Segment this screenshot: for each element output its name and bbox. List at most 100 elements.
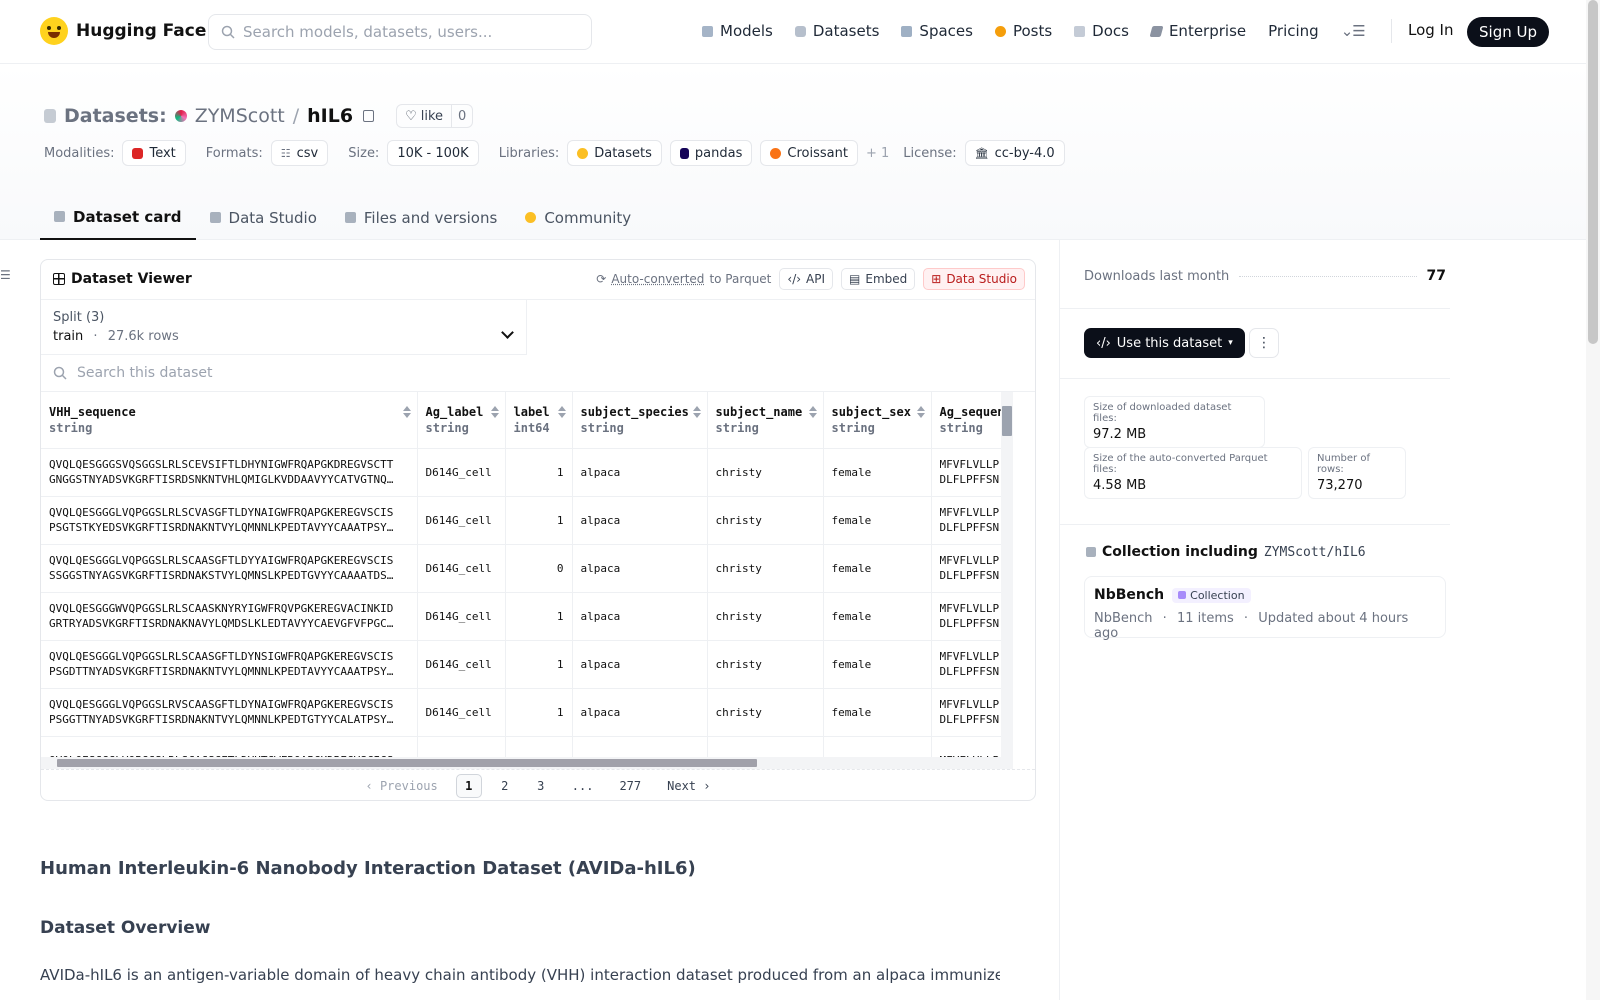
like-button[interactable]: ♡ like 0 — [396, 104, 474, 128]
table-row[interactable]: QVQLQESGGGLVQPGGSLRLSCVASGFTLDYNAIGWFRQA… — [41, 496, 1001, 545]
library-chip-datasets[interactable]: Datasets — [567, 140, 662, 166]
page-button[interactable]: 277 — [611, 774, 649, 798]
hf-logo[interactable]: Hugging Face — [40, 17, 206, 45]
cell-subject-sex[interactable] — [823, 736, 932, 757]
col-header-label[interactable]: label int64 — [505, 392, 573, 449]
col-header-ag-label[interactable]: Ag_label string — [417, 392, 506, 449]
table-row[interactable]: QVQLQESGGGWVQPGGSLRLSCAASKNYRYIGWFRQVPGK… — [41, 592, 1001, 641]
cell-ag-label[interactable]: D614G_cell — [417, 448, 506, 497]
table-row[interactable]: QVQLQESGGGLVQPGGSLRVSCAASGFTLDYNAIGWFRQA… — [41, 688, 1001, 737]
cell-label[interactable] — [505, 736, 573, 757]
more-libraries[interactable]: + 1 — [866, 146, 889, 161]
cell-subject-name[interactable]: christy — [707, 448, 824, 497]
toc-toggle-icon[interactable]: ☰ — [0, 268, 11, 282]
nav-spaces[interactable]: Spaces — [901, 22, 973, 40]
table-row[interactable]: QVQLQESGGGLVQPGGSLRLSCAASGFTLDYYAIGWFRQA… — [41, 544, 1001, 593]
tab-community[interactable]: Community — [511, 195, 645, 240]
cell-ag-label[interactable]: D614G_cell — [417, 592, 506, 641]
scroll-thumb[interactable] — [1002, 406, 1012, 436]
embed-button[interactable]: ▤ Embed — [841, 268, 916, 290]
table-row[interactable]: QVQLQESGGGSVQSGGSLRLSCEVSIFTLDHYNIGWFRQA… — [41, 448, 1001, 497]
cell-subject-sex[interactable]: female — [823, 544, 932, 593]
data-studio-button[interactable]: ⊞ Data Studio — [923, 268, 1025, 290]
page-button[interactable]: 3 — [528, 774, 554, 798]
table-horizontal-scrollbar[interactable] — [41, 757, 1013, 769]
sort-icon[interactable] — [916, 406, 925, 418]
cell-subject-species[interactable] — [572, 736, 708, 757]
col-header-subject-name[interactable]: subject_name string — [707, 392, 824, 449]
split-selector[interactable]: Split (3) train · 27.6k rows — [41, 300, 527, 355]
cell-ag-sequence[interactable]: MFVFLVLLP DLFLPFFSN — [931, 688, 1001, 737]
cell-subject-name[interactable]: christy — [707, 688, 824, 737]
cell-subject-species[interactable]: alpaca — [572, 592, 708, 641]
signup-button[interactable]: Sign Up — [1467, 17, 1549, 47]
sort-icon[interactable] — [557, 406, 566, 418]
cell-subject-species[interactable]: alpaca — [572, 640, 708, 689]
cell-subject-sex[interactable]: female — [823, 592, 932, 641]
cell-vhh-sequence[interactable]: QVQLQESGGGWVQPGGSLRLSCAASKNYRYIGWFRQVPGK… — [41, 592, 418, 641]
cell-subject-sex[interactable]: female — [823, 688, 932, 737]
collection-card[interactable]: NbBench Collection NbBench · 11 items · … — [1084, 576, 1446, 641]
sort-icon[interactable] — [808, 406, 817, 418]
login-link[interactable]: Log In — [1408, 21, 1454, 39]
nav-datasets[interactable]: Datasets — [794, 22, 879, 40]
modality-chip[interactable]: Text — [122, 140, 186, 166]
cell-subject-name[interactable]: christy — [707, 640, 824, 689]
auto-converted-link[interactable]: Auto-converted — [611, 272, 704, 286]
cell-subject-species[interactable]: alpaca — [572, 544, 708, 593]
scroll-thumb[interactable] — [57, 759, 757, 767]
tab-files[interactable]: Files and versions — [331, 195, 511, 240]
cell-ag-sequence[interactable]: MFVFLVLLP DLFLPFFSN — [931, 592, 1001, 641]
col-header-vhh-sequence[interactable]: VHH_sequence string — [41, 392, 418, 449]
cell-ag-sequence[interactable]: MFVFLVLLP DLFLPFFSN — [931, 448, 1001, 497]
cell-label[interactable]: 1 — [505, 496, 573, 545]
cell-vhh-sequence[interactable]: QVQLQESGGGLVQPGGSLRLSCAASGFTLDYNSIGWFRQA… — [41, 640, 418, 689]
cell-ag-sequence[interactable]: MFVFLVLLP DLFLPFFSN — [931, 544, 1001, 593]
dataset-search-input[interactable] — [77, 365, 677, 381]
cell-subject-name[interactable]: christy — [707, 592, 824, 641]
use-dataset-button[interactable]: ‹/› Use this dataset ▾ — [1084, 328, 1245, 358]
nav-models[interactable]: Models — [702, 22, 773, 40]
sort-icon[interactable] — [490, 406, 499, 418]
cell-label[interactable]: 1 — [505, 448, 573, 497]
section-label[interactable]: Datasets: — [64, 105, 167, 127]
nav-docs[interactable]: Docs — [1074, 22, 1129, 40]
cell-vhh-sequence[interactable]: QVQLQESGGGLVQPGGSLRLSCVASGFTLDYNAIGWFRQA… — [41, 496, 418, 545]
more-menu-icon[interactable]: ⌄☰ — [1341, 22, 1366, 40]
cell-ag-label[interactable] — [417, 736, 506, 757]
nav-pricing[interactable]: Pricing — [1268, 22, 1319, 40]
global-search-input[interactable] — [243, 23, 573, 41]
cell-subject-name[interactable]: christy — [707, 496, 824, 545]
cell-ag-label[interactable]: D614G_cell — [417, 688, 506, 737]
library-chip-croissant[interactable]: Croissant — [760, 140, 858, 166]
cell-vhh-sequence[interactable]: QVQLQESGGGSVQSGGSLRLSCEVSIFTLDHYNIGWFRQA… — [41, 448, 418, 497]
format-chip[interactable]: ☷ csv — [270, 140, 329, 166]
col-header-subject-sex[interactable]: subject_sex string — [823, 392, 932, 449]
library-chip-pandas[interactable]: pandas — [669, 140, 753, 166]
cell-subject-name[interactable]: christy — [707, 544, 824, 593]
prev-page-button[interactable]: ‹ Previous — [358, 774, 446, 798]
cell-subject-species[interactable]: alpaca — [572, 688, 708, 737]
dataset-search[interactable] — [41, 355, 1035, 392]
page-button[interactable]: 2 — [492, 774, 518, 798]
cell-vhh-sequence[interactable]: QVQLQESGGGLVQPGGSLRLSCAGSGFTLDYHTGWFRQAP… — [41, 736, 418, 757]
copy-icon[interactable] — [363, 110, 375, 122]
page-button[interactable]: 1 — [455, 773, 482, 798]
cell-subject-name[interactable] — [707, 736, 824, 757]
table-row[interactable]: QVQLQESGGGLVQPGGSLRLSCAGSGFTLDYHTGWFRQAP… — [41, 736, 1001, 757]
cell-subject-species[interactable]: alpaca — [572, 448, 708, 497]
next-page-button[interactable]: Next › — [659, 774, 718, 798]
cell-ag-label[interactable]: D614G_cell — [417, 640, 506, 689]
size-chip[interactable]: 10K - 100K — [387, 140, 479, 166]
col-header-subject-species[interactable]: subject_species string — [572, 392, 708, 449]
sort-icon[interactable] — [402, 406, 411, 418]
cell-subject-sex[interactable]: female — [823, 640, 932, 689]
global-search[interactable] — [208, 14, 592, 50]
cell-label[interactable]: 1 — [505, 640, 573, 689]
cell-ag-sequence[interactable]: MFVFLVLLP DLFLPFFSN — [931, 640, 1001, 689]
page-scrollbar[interactable] — [1586, 0, 1600, 1000]
more-options-button[interactable]: ⋮ — [1249, 328, 1279, 358]
cell-ag-label[interactable]: D614G_cell — [417, 544, 506, 593]
license-chip[interactable]: 🏛 cc-by-4.0 — [964, 140, 1065, 166]
cell-label[interactable]: 1 — [505, 592, 573, 641]
